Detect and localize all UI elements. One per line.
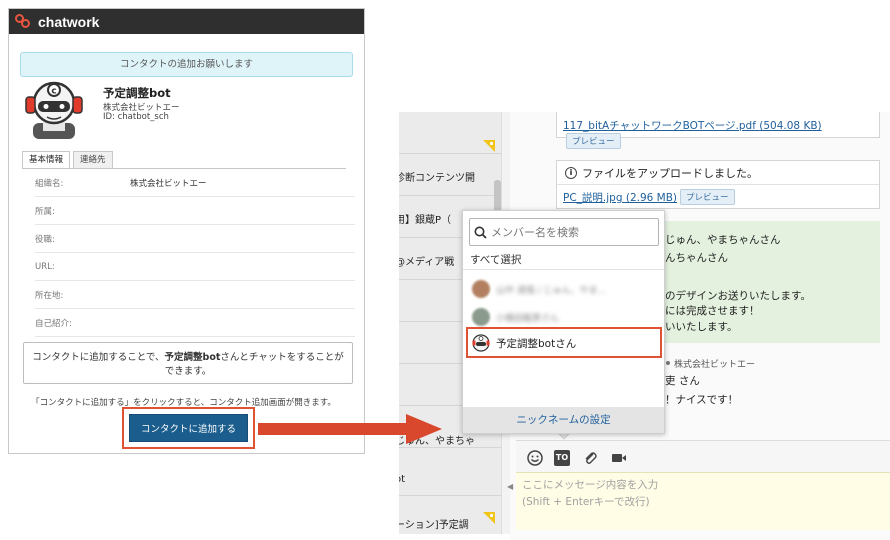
info-label: 自己紹介: <box>35 318 72 329</box>
profile-card: c 予定調整bot 株式会社ビットエー ID: chatbot_sch <box>23 77 353 143</box>
notice-text-pre: コンタクトに追加することで、 <box>32 352 165 363</box>
search-icon <box>474 226 487 239</box>
contact-request-panel: chatwork コンタクトの追加お願いします c 予定調整bot 株式会社ビッ… <box>8 8 365 454</box>
info-label: 組織名: <box>35 178 64 189</box>
flow-arrow-icon <box>258 414 442 444</box>
tab-contact[interactable]: 連絡先 <box>73 151 113 168</box>
to-member-popup: すべて選択 山中 達哉 / じゅん、やま... 小橋田龍男さん 予定調整botさ… <box>462 210 665 434</box>
compose-toolbar: TO <box>516 440 890 472</box>
info-row-url: URL: <box>35 253 355 281</box>
info-label: 所在地: <box>35 290 64 301</box>
info-label: 役職: <box>35 234 55 245</box>
file-link[interactable]: 117_bitAチャットワークBOTページ.pdf (504.08 KB) <box>563 120 822 132</box>
flag-icon <box>483 140 495 152</box>
room-name: 用】銀蔵P（ <box>399 215 452 226</box>
member-name: 山中 達哉 / じゅん、やま... <box>496 285 607 296</box>
preview-button[interactable]: プレビュー <box>680 189 735 205</box>
dot-icon <box>666 361 670 365</box>
info-label: URL: <box>35 261 55 272</box>
chatwork-header: chatwork <box>9 9 364 34</box>
preview-button[interactable]: プレビュー <box>566 133 621 149</box>
chatwork-logo-text: chatwork <box>38 13 100 30</box>
message-input[interactable]: ここにメッセージ内容を入力 (Shift + Enterキーで改行) <box>516 472 890 530</box>
file-size: (504.08 KB) <box>759 120 822 132</box>
file-link[interactable]: PC_説明.jpg (2.96 MB) <box>563 192 677 204</box>
info-value: 株式会社ビットエー <box>130 178 207 189</box>
member-item-bot[interactable]: 予定調整botさん <box>463 327 664 359</box>
room-name: ーション]予定調 <box>399 520 469 531</box>
room-list-item[interactable]: ーション]予定調 <box>399 496 501 534</box>
member-name: 小橋田龍男さん <box>496 313 560 324</box>
bot-avatar-icon <box>472 334 490 352</box>
chatwork-logo-icon <box>15 13 35 30</box>
room-name: @メディア戦 <box>399 257 455 268</box>
profile-id: ID: chatbot_sch <box>103 112 169 122</box>
profile-name: 予定調整bot <box>103 86 171 100</box>
message-line: じゅん、やまちゃんさん <box>665 234 781 246</box>
info-row-address: 所在地: <box>35 281 355 309</box>
room-list-item[interactable] <box>399 112 501 154</box>
room-list-item[interactable]: 診断コンテンツ開 <box>399 154 501 196</box>
member-avatar <box>472 308 490 326</box>
message-line: のデザインお送りいたします。 <box>665 290 811 302</box>
sender-company-text: 株式会社ビットエー <box>674 360 756 370</box>
notice-bot-name: 予定調整bot <box>164 352 221 363</box>
member-avatar <box>472 280 490 298</box>
upload-header: i ファイルをアップロードしました。 <box>557 161 879 185</box>
flag-icon <box>483 512 495 524</box>
popup-divider <box>463 269 664 270</box>
profile-info-list: 組織名: 株式会社ビットエー 所属: 役職: URL: 所在地: 自己紹介: <box>35 169 355 337</box>
message-line: いいたします。 <box>665 321 738 333</box>
info-row-position: 役職: <box>35 225 355 253</box>
video-call-icon[interactable] <box>611 450 627 466</box>
member-search-input[interactable] <box>491 225 651 239</box>
upload-message: i ファイルをアップロードしました。 PC_説明.jpg (2.96 MB) プレ… <box>556 160 880 209</box>
compose-hint: (Shift + Enterキーで改行) <box>522 496 650 508</box>
room-name: 診断コンテンツ開 <box>399 173 475 184</box>
emoji-icon[interactable] <box>527 450 543 466</box>
upload-header-text: ファイルをアップロードしました。 <box>582 166 758 180</box>
message-line: 吏 さん <box>665 375 700 387</box>
file-attachment-1: 117_bitAチャットワークBOTページ.pdf (504.08 KB)プレビ… <box>556 112 880 149</box>
collapse-arrow-icon[interactable]: ◀ <box>507 482 513 491</box>
nickname-settings-link[interactable]: ニックネームの設定 <box>463 407 664 433</box>
info-row-bio: 自己紹介: <box>35 309 355 337</box>
add-contact-button[interactable]: コンタクトに追加する <box>129 414 248 442</box>
message-line: には完成させます！ <box>665 305 760 317</box>
attachment-icon[interactable] <box>582 450 598 466</box>
tab-basic-info[interactable]: 基本情報 <box>22 151 71 168</box>
info-label: 所属: <box>35 206 55 217</box>
room-list-item[interactable]: ot <box>399 454 501 496</box>
file-size: (2.96 MB) <box>625 192 678 204</box>
select-all-link[interactable]: すべて選択 <box>470 252 521 267</box>
compose-placeholder: ここにメッセージ内容を入力 <box>522 479 659 491</box>
member-search-box[interactable] <box>469 218 659 246</box>
member-name: 予定調整botさん <box>496 337 577 350</box>
svg-text:c: c <box>51 87 56 97</box>
sender-company: 株式会社ビットエー <box>666 357 755 370</box>
file-row: PC_説明.jpg (2.96 MB) プレビュー <box>557 185 879 205</box>
to-icon[interactable]: TO <box>554 450 570 466</box>
contact-notice: コンタクトに追加することで、予定調整botさんとチャットをすることができます。 <box>23 342 353 384</box>
message-line: んちゃんさん <box>665 252 728 264</box>
profile-tabs: 基本情報 連絡先 <box>22 151 116 168</box>
highlight-frame-button: コンタクトに追加する <box>122 407 255 449</box>
bot-avatar-icon: c <box>25 81 83 139</box>
message-line: ！ナイスです！ <box>665 394 739 406</box>
info-row-department: 所属: <box>35 197 355 225</box>
file-name: PC_説明.jpg <box>563 192 623 204</box>
file-name: 117_bitAチャットワークBOTページ.pdf <box>563 120 756 132</box>
request-banner: コンタクトの追加お願いします <box>20 52 353 77</box>
info-icon: i <box>565 166 577 179</box>
info-row-organization: 組織名: 株式会社ビットエー <box>35 169 355 197</box>
room-name: ot <box>399 474 406 485</box>
